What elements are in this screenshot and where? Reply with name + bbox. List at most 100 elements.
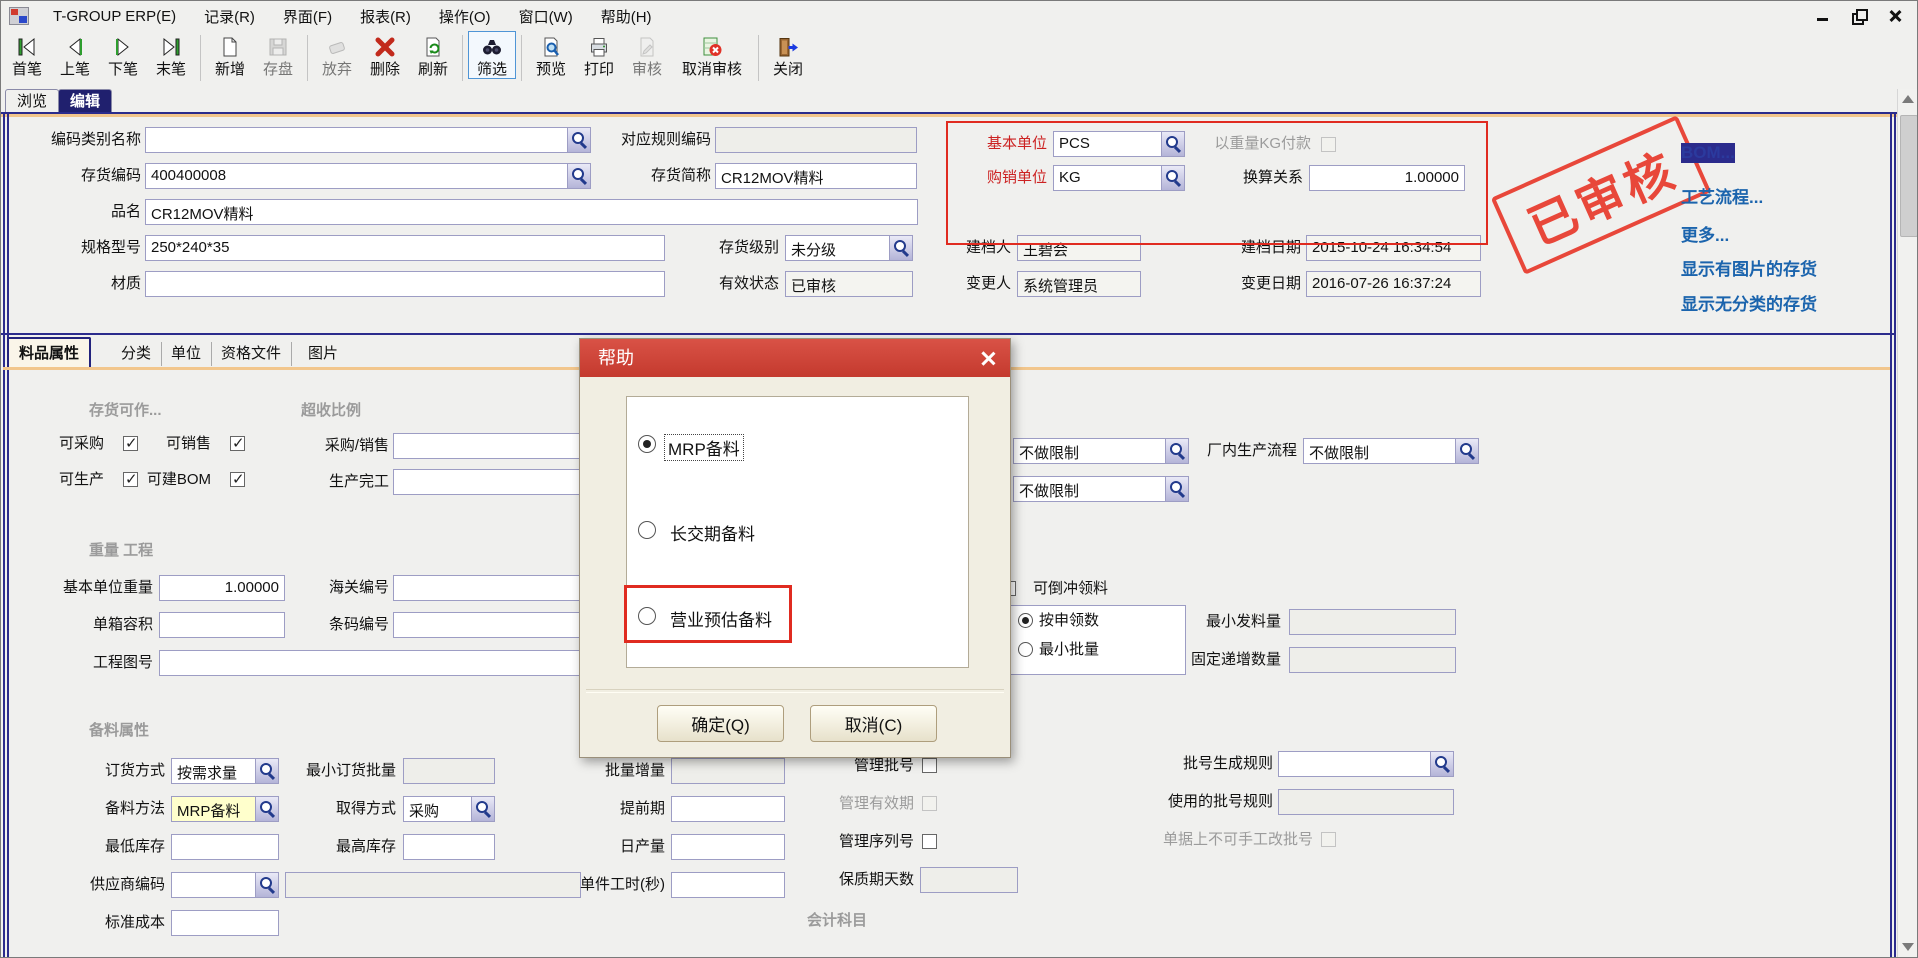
delete-button[interactable]: 删除 [361,31,409,79]
prev-record-button[interactable]: 上笔 [51,31,99,79]
scroll-down-icon[interactable] [1902,943,1914,951]
base-unit-field[interactable]: PCS [1053,131,1185,157]
limit-field-2[interactable]: 不做限制 [1013,476,1189,502]
cancel-audit-button[interactable]: 取消审核 [671,31,753,79]
manage-batch-checkbox[interactable] [922,758,937,773]
option-mrp-radio[interactable] [638,435,656,453]
print-button[interactable]: 打印 [575,31,623,79]
restore-icon[interactable] [1851,8,1867,24]
std-cost-field[interactable] [171,910,279,936]
link-bom[interactable]: BOM... [1681,143,1735,163]
max-stock-field[interactable] [403,834,495,860]
production-ratio-field[interactable] [393,469,581,495]
inv-code-field[interactable]: 400400008 [145,163,591,189]
menu-interface[interactable]: 界面(F) [269,2,346,31]
limit-field-1[interactable]: 不做限制 [1013,438,1189,464]
minimize-icon[interactable] [1815,8,1831,24]
scrollbar-thumb[interactable] [1900,115,1918,237]
sellable-checkbox[interactable] [230,436,245,451]
lookup-icon[interactable] [1430,752,1453,776]
option-long-lead-radio[interactable] [638,521,656,539]
purchase-sale-ratio-field[interactable] [393,433,581,459]
lookup-icon[interactable] [255,873,278,897]
box-volume-field[interactable] [159,612,285,638]
material-field[interactable] [145,271,665,297]
barcode-field[interactable] [393,612,581,638]
lookup-icon[interactable] [567,164,590,188]
lookup-icon[interactable] [1165,439,1188,463]
tab-item-attributes[interactable]: 料品属性 [7,337,91,369]
unit-time-field[interactable] [671,872,785,898]
tab-qualification-files[interactable]: 资格文件 [211,342,292,366]
first-record-button[interactable]: 首笔 [3,31,51,79]
option-long-lead-label[interactable]: 长交期备料 [670,520,755,545]
link-process-flow[interactable]: 工艺流程... [1681,183,1763,208]
purchasable-checkbox[interactable] [123,436,138,451]
producible-checkbox[interactable] [123,472,138,487]
refresh-button[interactable]: 刷新 [409,31,457,79]
tab-edit[interactable]: 编辑 [58,89,112,113]
link-show-with-images[interactable]: 显示有图片的存货 [1681,255,1817,280]
spec-field[interactable]: 250*240*35 [145,235,665,261]
tab-classification[interactable]: 分类 [111,342,162,366]
lookup-icon[interactable] [255,797,278,821]
lookup-icon[interactable] [255,759,278,783]
menu-record[interactable]: 记录(R) [190,2,269,31]
filter-button[interactable]: 筛选 [468,31,516,79]
preview-button[interactable]: 预览 [527,31,575,79]
trade-unit-field[interactable]: KG [1053,165,1185,191]
menu-app[interactable]: T-GROUP ERP(E) [39,4,190,29]
option-forecast-radio[interactable] [638,607,656,625]
stock-method-field[interactable]: MRP备料 [171,796,279,822]
toolbar-separator [521,35,522,81]
ok-button[interactable]: 确定(Q) [657,705,784,742]
min-stock-field[interactable] [171,834,279,860]
tab-image[interactable]: 图片 [298,342,348,366]
can-bom-checkbox[interactable] [230,472,245,487]
acquire-field[interactable]: 采购 [403,796,495,822]
cancel-button[interactable]: 取消(C) [810,705,937,742]
lead-time-field[interactable] [671,796,785,822]
lookup-icon[interactable] [1455,439,1478,463]
next-record-button[interactable]: 下笔 [99,31,147,79]
lookup-icon[interactable] [1165,477,1188,501]
vertical-scrollbar[interactable] [1897,89,1918,957]
drawing-field[interactable] [159,650,581,676]
option-forecast-label[interactable]: 营业预估备料 [670,606,772,631]
menu-operation[interactable]: 操作(O) [425,2,505,31]
order-mode-field[interactable]: 按需求量 [171,758,279,784]
dialog-close-icon[interactable] [978,348,998,368]
last-record-button[interactable]: 末笔 [147,31,195,79]
lookup-icon[interactable] [1161,132,1184,156]
lookup-icon[interactable] [471,797,494,821]
tab-unit[interactable]: 单位 [161,342,212,366]
new-button[interactable]: 新增 [206,31,254,79]
lookup-icon[interactable] [567,128,590,152]
batch-rule-field[interactable] [1278,751,1454,777]
close-window-icon[interactable] [1887,8,1903,24]
menu-help[interactable]: 帮助(H) [587,2,666,31]
supplier-field[interactable] [171,872,279,898]
issue-by-min-radio[interactable] [1018,642,1033,657]
inv-short-field[interactable]: CR12MOV精料 [715,163,917,189]
option-mrp-label[interactable]: MRP备料 [664,434,744,461]
lookup-icon[interactable] [1161,166,1184,190]
menu-window[interactable]: 窗口(W) [505,2,587,31]
scroll-up-icon[interactable] [1902,95,1914,103]
link-show-unclassified[interactable]: 显示无分类的存货 [1681,290,1817,315]
daily-output-field[interactable] [671,834,785,860]
close-button[interactable]: 关闭 [764,31,812,79]
lookup-icon[interactable] [889,236,912,260]
customs-field[interactable] [393,575,581,601]
factory-flow-field[interactable]: 不做限制 [1303,438,1479,464]
code-category-field[interactable] [145,127,591,153]
link-more[interactable]: 更多... [1681,221,1729,246]
conversion-field[interactable]: 1.00000 [1309,165,1465,191]
name-field[interactable]: CR12MOV精料 [145,199,918,225]
inv-level-field[interactable]: 未分级 [785,235,913,261]
issue-by-request-radio[interactable] [1018,613,1033,628]
menu-report[interactable]: 报表(R) [346,2,425,31]
tab-browse[interactable]: 浏览 [5,89,59,113]
base-weight-field[interactable]: 1.00000 [159,575,285,601]
manage-serial-checkbox[interactable] [922,834,937,849]
